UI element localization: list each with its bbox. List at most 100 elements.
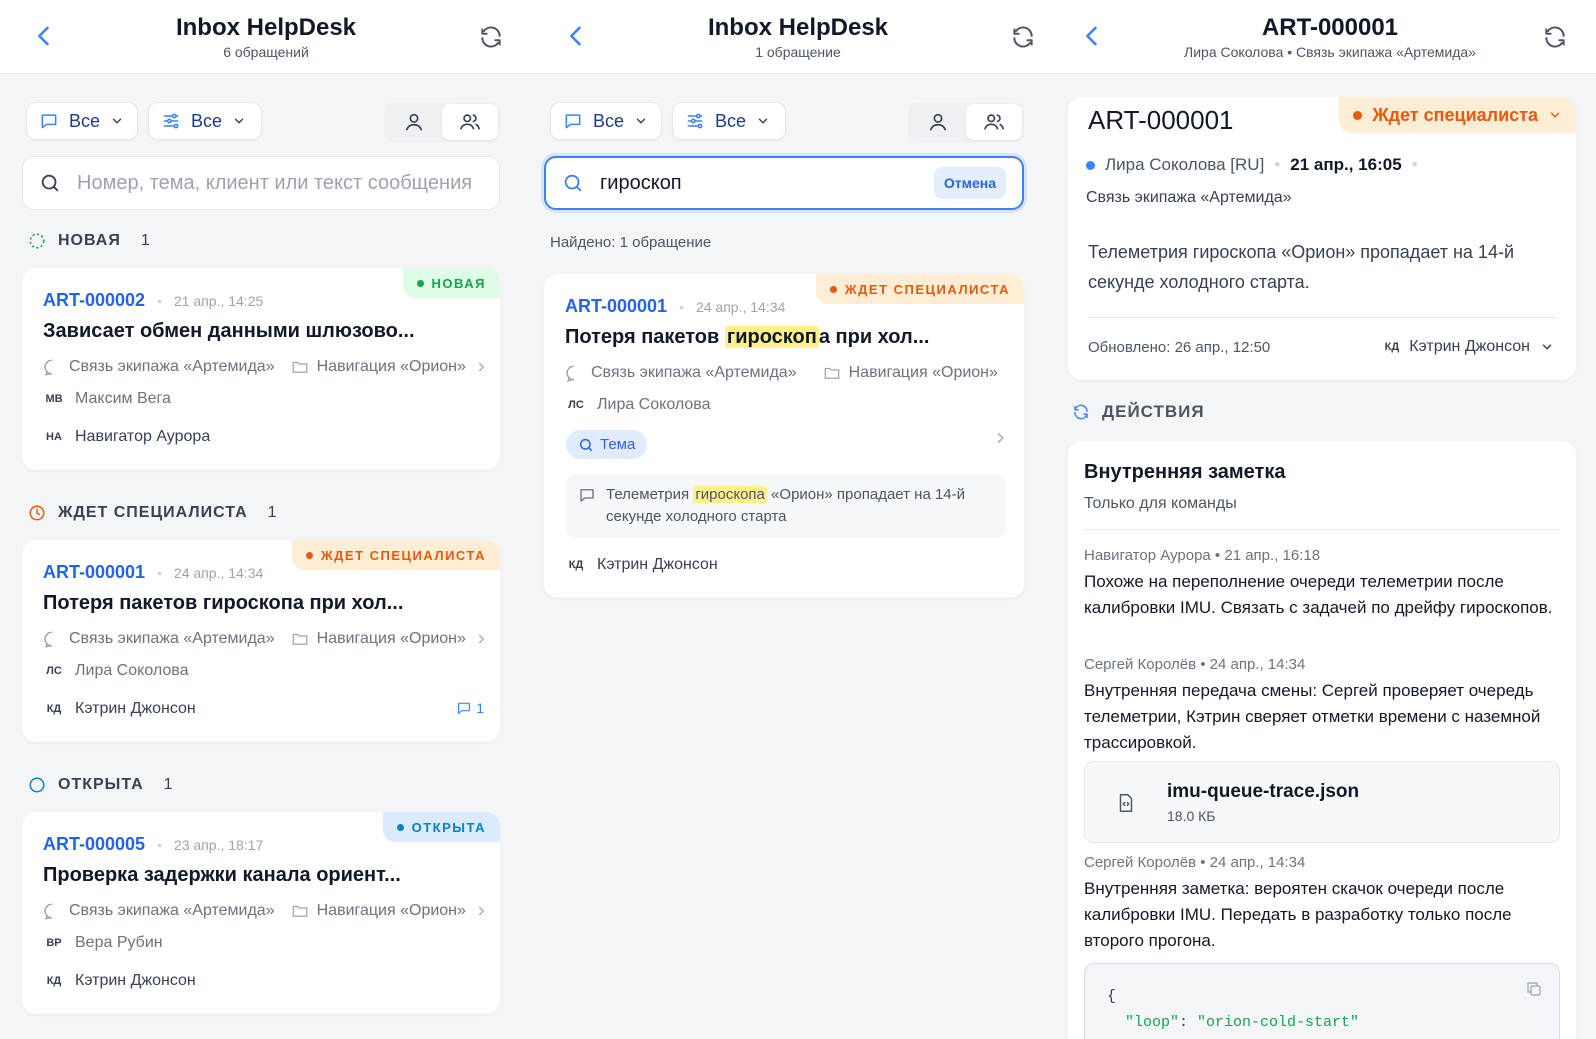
page-title: Inbox HelpDesk xyxy=(707,14,889,41)
ticket-card[interactable]: НОВАЯ ART-000002 • 21 апр., 14:25 Зависает… xyxy=(22,268,500,470)
search-icon xyxy=(41,174,59,192)
avatar: ЛС xyxy=(46,665,62,677)
back-icon[interactable] xyxy=(30,22,58,50)
updated-time: Обновлено: 26 апр., 12:50 xyxy=(1088,339,1271,356)
search-icon xyxy=(564,174,582,192)
status-badge: НОВАЯ xyxy=(402,268,500,298)
users-icon xyxy=(460,114,480,130)
refresh-icon[interactable] xyxy=(1010,24,1036,50)
chat-icon xyxy=(41,114,57,129)
ticket-assignee: НА Навигатор Аурора xyxy=(43,428,210,446)
copy-icon[interactable] xyxy=(1525,980,1543,998)
ticket-card[interactable]: ЖДЕТ СПЕЦИАЛИСТА ART-000001 • 24 апр., 14:… xyxy=(22,540,500,742)
chevron-down-icon xyxy=(234,118,244,124)
chat-bubble-icon xyxy=(44,903,53,920)
note-title: Внутренняя заметка xyxy=(1084,461,1286,483)
message-icon xyxy=(580,489,594,502)
back-icon[interactable] xyxy=(1078,22,1106,50)
avatar: КД xyxy=(1384,341,1400,353)
search-highlight: гироскоп xyxy=(724,326,819,348)
message-snippet: Телеметрия гироскопа «Орион» пропадает н… xyxy=(566,474,1006,538)
chevron-down-icon xyxy=(1550,112,1560,118)
ticket-summary-card: ART-000001 Ждет специалиста Лира Соколов… xyxy=(1068,97,1576,380)
section-count: 1 xyxy=(267,504,277,521)
note-author: Навигатор Аурора • 21 апр., 16:18 xyxy=(1084,547,1321,564)
ticket-client: ЛС Лира Соколова xyxy=(565,396,710,414)
ticket-subject: Проверка задержки канала ориент... xyxy=(43,864,401,886)
attachment-size: 18.0 КБ xyxy=(1167,808,1216,824)
folder-icon xyxy=(824,367,839,379)
avatar: МВ xyxy=(45,393,63,405)
section-open[interactable]: ОТКРЫТА 1 xyxy=(28,776,173,794)
users-icon xyxy=(984,114,1004,130)
chat-icon xyxy=(565,114,581,129)
internal-note-card: Внутренняя заметка Только для команды На… xyxy=(1068,441,1576,1039)
section-label: НОВАЯ xyxy=(58,232,121,249)
assignee-toggle xyxy=(384,102,500,142)
type-filter-button[interactable]: Все xyxy=(26,102,138,140)
ticket-subject: Зависает обмен данными шлюзово... xyxy=(43,320,415,342)
sliders-icon xyxy=(687,113,703,129)
ticket-project: Навигация «Орион» xyxy=(316,902,466,919)
type-filter-button[interactable]: Все xyxy=(550,102,662,140)
status-badge: ОТКРЫТА xyxy=(382,812,500,842)
chevron-down-icon xyxy=(758,118,768,124)
ticket-id: ART-000001 xyxy=(565,296,668,316)
filter-bar: Все Все xyxy=(550,102,1038,142)
ticket-date: 24 апр., 14:34 xyxy=(695,298,786,315)
assignee-dropdown[interactable]: КД Кэтрин Джонсон xyxy=(1385,338,1554,356)
settings-filter-button[interactable]: Все xyxy=(148,102,262,140)
ticket-channel: Связь экипажа «Артемида» xyxy=(1086,189,1292,206)
avatar: НА xyxy=(46,431,62,443)
avatar: ЛС xyxy=(568,399,584,411)
avatar: ВР xyxy=(46,937,62,949)
avatar: КД xyxy=(568,559,584,571)
section-count: 1 xyxy=(163,776,173,793)
ticket-id: ART-000005 xyxy=(43,834,146,854)
status-badge: ЖДЕТ СПЕЦИАЛИСТА xyxy=(815,274,1024,304)
ticket-client: ВР Вера Рубин xyxy=(43,934,162,952)
my-tickets-button[interactable] xyxy=(910,104,966,140)
search-icon xyxy=(579,438,593,451)
ticket-client: МВ Максим Вега xyxy=(43,390,170,408)
ticket-detail-panel: ART-000001 Лира Соколова • Связь экипажа… xyxy=(1064,0,1596,1039)
team-tickets-button[interactable] xyxy=(966,104,1022,140)
section-waiting[interactable]: ЖДЕТ СПЕЦИАЛИСТА 1 xyxy=(28,504,277,522)
refresh-icon[interactable] xyxy=(478,24,504,50)
ticket-channel: Связь экипажа «Артемида» xyxy=(591,364,797,381)
ticket-count: 6 обращений xyxy=(223,44,309,60)
ticket-id: ART-000002 xyxy=(43,290,146,310)
team-tickets-button[interactable] xyxy=(442,104,498,140)
section-label: ЖДЕТ СПЕЦИАЛИСТА xyxy=(58,504,248,521)
settings-filter-button[interactable]: Все xyxy=(672,102,786,140)
user-icon xyxy=(405,113,423,131)
my-tickets-button[interactable] xyxy=(386,104,442,140)
back-icon[interactable] xyxy=(562,22,590,50)
ticket-message: Телеметрия гироскопа «Орион» пропадает н… xyxy=(1088,242,1515,292)
attachment[interactable]: imu-queue-trace.json 18.0 КБ xyxy=(1084,761,1560,843)
refresh-icon[interactable] xyxy=(1542,24,1568,50)
ticket-assignee: КД Кэтрин Джонсон xyxy=(43,700,196,718)
search-input[interactable] xyxy=(600,171,918,195)
assignee-toggle xyxy=(908,102,1024,142)
divider xyxy=(1084,529,1560,530)
ticket-date: 21 апр., 14:25 xyxy=(173,292,264,309)
detail-header: ART-000001 Лира Соколова • Связь экипажа… xyxy=(1064,0,1596,74)
search-box: Отмена xyxy=(544,156,1024,210)
section-new[interactable]: НОВАЯ 1 xyxy=(28,232,150,250)
cancel-search-button[interactable]: Отмена xyxy=(933,167,1006,199)
search-input[interactable] xyxy=(77,171,483,195)
list-header: Inbox HelpDesk 1 обращение xyxy=(532,0,1064,74)
code-file-icon xyxy=(1119,794,1133,812)
note-text: Похоже на переполнение очереди телеметри… xyxy=(1084,572,1553,617)
avatar: КД xyxy=(46,703,62,715)
ticket-card[interactable]: ОТКРЫТА ART-000005 • 23 апр., 18:17 Провер… xyxy=(22,812,500,1014)
ticket-date: 24 апр., 14:34 xyxy=(173,564,264,581)
chevron-down-icon xyxy=(636,118,646,124)
online-indicator xyxy=(1086,160,1095,170)
ticket-card[interactable]: ЖДЕТ СПЕЦИАЛИСТА ART-000001 • 24 апр., 14:… xyxy=(544,274,1024,598)
activity-refresh-icon xyxy=(1074,404,1088,420)
status-dropdown[interactable]: Ждет специалиста xyxy=(1339,97,1576,133)
section-count: 1 xyxy=(140,232,150,249)
clock-icon xyxy=(29,505,45,521)
